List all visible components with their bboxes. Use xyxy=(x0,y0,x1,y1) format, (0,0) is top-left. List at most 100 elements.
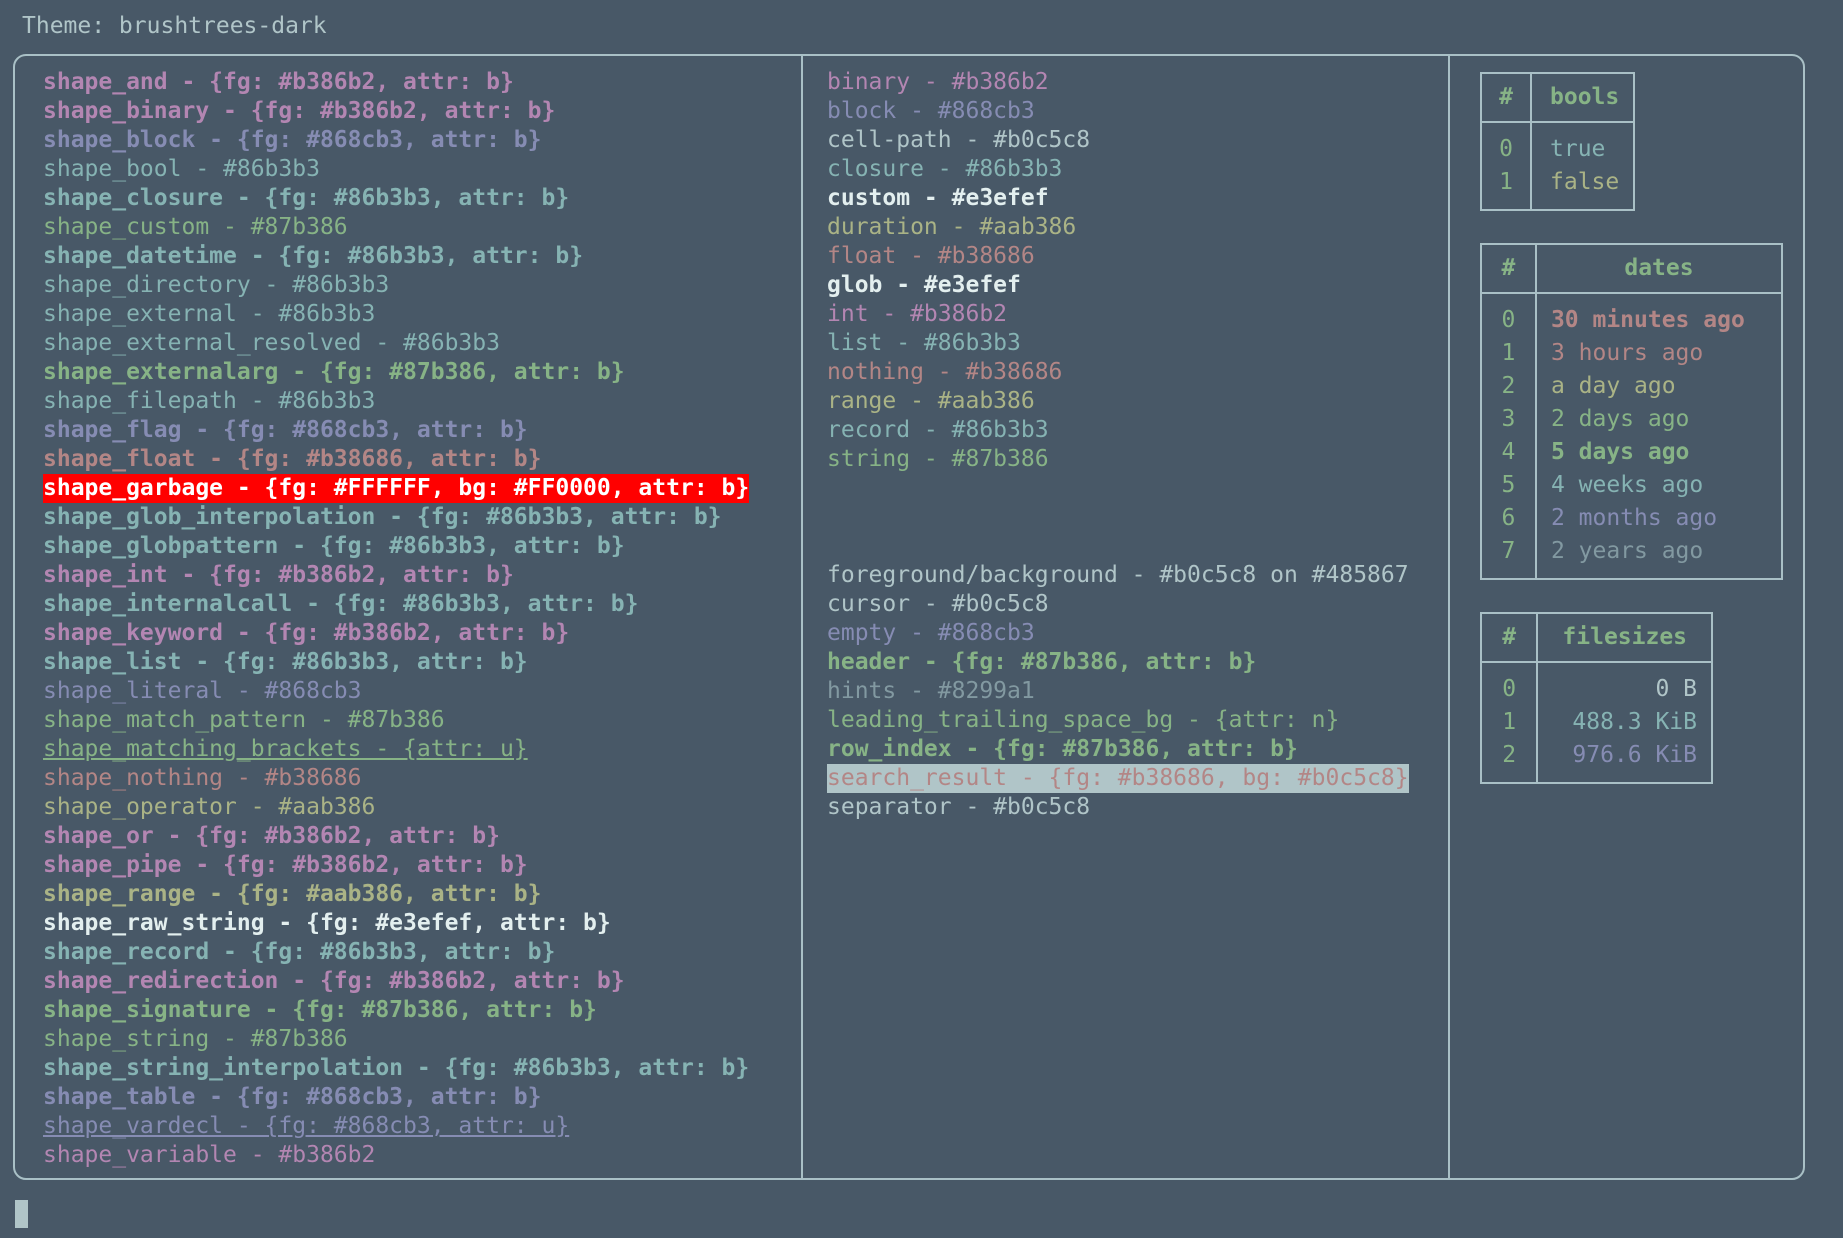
row-index: 2 xyxy=(1481,370,1537,403)
ui-element-entry: hints - #8299a1 xyxy=(827,678,1035,704)
ui-element-entry: separator - #b0c5c8 xyxy=(827,794,1091,820)
shape-entry: shape_bool - #86b3b3 xyxy=(43,156,320,182)
column-divider-1 xyxy=(801,56,803,1178)
table-header-row: # bools xyxy=(1481,73,1634,121)
table-header-row: # filesizes xyxy=(1481,613,1712,661)
table-row: 1 false xyxy=(1481,166,1634,210)
shape-entry: shape_list - {fg: #86b3b3, attr: b} xyxy=(43,649,528,675)
row-value: true xyxy=(1550,136,1606,162)
shape-entry: shape_vardecl - {fg: #868cb3, attr: u} xyxy=(43,1113,570,1139)
shape-entry: shape_operator - #aab386 xyxy=(43,794,376,820)
ui-element-entry: header - {fg: #87b386, attr: b} xyxy=(827,649,1257,675)
row-value: 4 weeks ago xyxy=(1550,472,1704,498)
dates-value-header: dates xyxy=(1624,255,1694,281)
row-value: 976.6 KiB xyxy=(1572,742,1697,768)
row-value: a day ago xyxy=(1550,373,1676,399)
ui-element-entry: search_result - {fg: #b38686, bg: #b0c5c… xyxy=(827,764,1409,793)
ui-element-entry: cursor - #b0c5c8 xyxy=(827,591,1049,617)
bools-table: # bools 0 true 1 false xyxy=(1480,72,1636,211)
shape-entry: shape_and - {fg: #b386b2, attr: b} xyxy=(43,69,514,95)
shape-entry: shape_closure - {fg: #86b3b3, attr: b} xyxy=(43,185,570,211)
row-value: 2 days ago xyxy=(1550,406,1690,432)
type-entry: int - #b386b2 xyxy=(827,301,1008,327)
bools-value-header: bools xyxy=(1550,84,1620,110)
row-index: 7 xyxy=(1481,535,1537,579)
type-entry: block - #868cb3 xyxy=(827,98,1035,124)
type-entry: list - #86b3b3 xyxy=(827,330,1021,356)
row-index: 2 xyxy=(1481,739,1539,783)
shape-entry: shape_literal - #868cb3 xyxy=(43,678,362,704)
shape-entry: shape_string - #87b386 xyxy=(43,1026,348,1052)
shape-entry: shape_string_interpolation - {fg: #86b3b… xyxy=(43,1055,750,1081)
type-entry: binary - #b386b2 xyxy=(827,69,1049,95)
shape-entry: shape_external - #86b3b3 xyxy=(43,301,376,327)
row-value: 2 years ago xyxy=(1550,538,1704,564)
page-title: Theme: brushtrees-dark xyxy=(22,13,327,39)
type-entry: duration - #aab386 xyxy=(827,214,1077,240)
table-row: 5 4 weeks ago xyxy=(1481,469,1782,502)
shape-entry: shape_keyword - {fg: #b386b2, attr: b} xyxy=(43,620,570,646)
row-index: 6 xyxy=(1481,502,1537,535)
table-row: 2 a day ago xyxy=(1481,370,1782,403)
shape-entry: shape_custom - #87b386 xyxy=(43,214,348,240)
row-index: 3 xyxy=(1481,403,1537,436)
shape-entry: shape_glob_interpolation - {fg: #86b3b3,… xyxy=(43,504,722,530)
row-index: 1 xyxy=(1481,706,1539,739)
shape-entry: shape_block - {fg: #868cb3, attr: b} xyxy=(43,127,542,153)
table-row: 0 0 B xyxy=(1481,663,1712,706)
shape-entry: shape_match_pattern - #87b386 xyxy=(43,707,445,733)
shape-entry: shape_matching_brackets - {attr: u} xyxy=(43,736,528,762)
shape-entry: shape_record - {fg: #86b3b3, attr: b} xyxy=(43,939,556,965)
shape-entry: shape_variable - #b386b2 xyxy=(43,1142,376,1168)
shape-entry: shape_internalcall - {fg: #86b3b3, attr:… xyxy=(43,591,639,617)
filesizes-index-header: # xyxy=(1481,613,1539,661)
filesizes-table: # filesizes 0 0 B 1 488.3 KiB 2 976.6 KiB xyxy=(1480,612,1713,784)
ui-element-entry: row_index - {fg: #87b386, attr: b} xyxy=(827,736,1298,762)
dates-table: # dates 0 30 minutes ago 1 3 hours ago 2 a da… xyxy=(1480,243,1783,580)
shape-entry: shape_int - {fg: #b386b2, attr: b} xyxy=(43,562,514,588)
shape-entry: shape_filepath - #86b3b3 xyxy=(43,388,376,414)
row-value: 3 hours ago xyxy=(1550,340,1704,366)
type-entry: glob - #e3efef xyxy=(827,272,1021,298)
table-row: 0 true xyxy=(1481,123,1634,166)
row-index: 0 xyxy=(1481,123,1532,166)
type-entry: cell-path - #b0c5c8 xyxy=(827,127,1091,153)
type-entry: closure - #86b3b3 xyxy=(827,156,1063,182)
shape-entry: shape_flag - {fg: #868cb3, attr: b} xyxy=(43,417,528,443)
shape-entry: shape_globpattern - {fg: #86b3b3, attr: … xyxy=(43,533,625,559)
table-row: 4 5 days ago xyxy=(1481,436,1782,469)
column-gap xyxy=(827,474,1409,561)
row-value: 30 minutes ago xyxy=(1550,307,1745,333)
table-row: 6 2 months ago xyxy=(1481,502,1782,535)
shape-entry: shape_raw_string - {fg: #e3efef, attr: b… xyxy=(43,910,611,936)
table-row: 7 2 years ago xyxy=(1481,535,1782,579)
row-index: 0 xyxy=(1481,663,1539,706)
shape-entry: shape_signature - {fg: #87b386, attr: b} xyxy=(43,997,597,1023)
column-divider-2 xyxy=(1448,56,1450,1178)
row-value: 0 B xyxy=(1655,676,1697,702)
row-index: 5 xyxy=(1481,469,1537,502)
row-index: 1 xyxy=(1481,166,1532,210)
shape-entry: shape_datetime - {fg: #86b3b3, attr: b} xyxy=(43,243,584,269)
row-index: 1 xyxy=(1481,337,1537,370)
type-entry: custom - #e3efef xyxy=(827,185,1049,211)
table-row: 1 3 hours ago xyxy=(1481,337,1782,370)
type-entry: float - #b38686 xyxy=(827,243,1035,269)
row-value: 488.3 KiB xyxy=(1572,709,1697,735)
dates-index-header: # xyxy=(1481,244,1537,292)
types-column: binary - #b386b2 block - #868cb3 cell-path… xyxy=(827,68,1409,822)
row-value: 5 days ago xyxy=(1550,439,1690,465)
table-header-row: # dates xyxy=(1481,244,1782,292)
shape-entry: shape_or - {fg: #b386b2, attr: b} xyxy=(43,823,500,849)
type-entry: range - #aab386 xyxy=(827,388,1035,414)
shape-entry: shape_binary - {fg: #b386b2, attr: b} xyxy=(43,98,556,124)
shape-entry: shape_external_resolved - #86b3b3 xyxy=(43,330,500,356)
theme-preview-panel: shape_and - {fg: #b386b2, attr: b} shape_… xyxy=(13,54,1805,1180)
filesizes-value-header: filesizes xyxy=(1562,624,1688,650)
ui-element-entry: empty - #868cb3 xyxy=(827,620,1035,646)
shape-entry: shape_range - {fg: #aab386, attr: b} xyxy=(43,881,542,907)
shape-entry: shape_directory - #86b3b3 xyxy=(43,272,390,298)
terminal-cursor xyxy=(15,1200,28,1228)
row-index: 4 xyxy=(1481,436,1537,469)
shape-entry: shape_garbage - {fg: #FFFFFF, bg: #FF000… xyxy=(43,474,750,503)
